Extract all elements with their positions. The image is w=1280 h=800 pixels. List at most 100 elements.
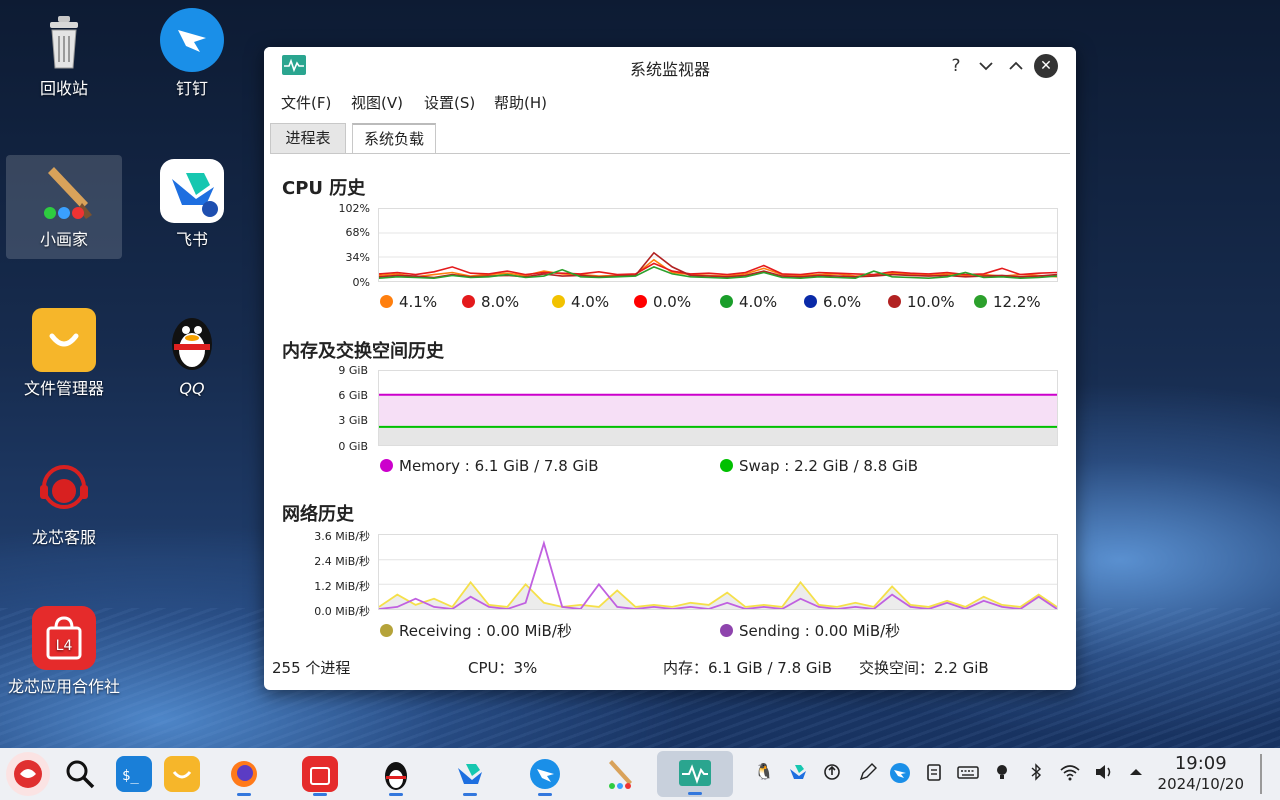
status-cpu: CPU：3% — [468, 659, 538, 677]
cpu-legend-item: 6.0% — [804, 293, 861, 311]
legend-label: 12.2% — [993, 293, 1041, 311]
legend-dot — [720, 459, 733, 472]
network-history-svg — [378, 540, 1058, 610]
maximize-button[interactable] — [1004, 54, 1028, 78]
legend-label: 4.1% — [399, 293, 438, 311]
app-store-button[interactable] — [302, 756, 338, 796]
show-desktop-divider[interactable] — [1260, 754, 1262, 794]
volume-icon[interactable] — [1092, 762, 1116, 786]
desktop-icon-label: 小画家 — [39, 230, 88, 249]
clock[interactable]: 19:09 2024/10/20 — [1158, 754, 1244, 794]
file-manager-button[interactable] — [164, 756, 200, 792]
dingtalk-button[interactable] — [527, 756, 563, 796]
legend-dot — [720, 295, 733, 308]
legend-label: 10.0% — [907, 293, 955, 311]
app-store-icon — [310, 767, 330, 785]
legend-dot — [380, 295, 393, 308]
desktop-icon-recycle-bin[interactable]: 回收站 — [6, 8, 122, 104]
menu-settings[interactable]: 设置(S) — [424, 92, 475, 113]
bluetooth-svg — [1031, 763, 1042, 781]
firefox-icon — [231, 761, 257, 787]
network-ytick: 2.4 MiB/秒 — [314, 555, 370, 568]
keyboard-icon[interactable] — [956, 762, 980, 786]
desktop-icon-dingtalk[interactable]: 钉钉 — [134, 8, 250, 104]
legend-dot — [552, 295, 565, 308]
cpu-legend-item: 4.1% — [380, 293, 437, 311]
title-bar[interactable]: 系统监视器 ? ✕ — [264, 47, 1076, 85]
cpu-ytick: 68% — [345, 226, 370, 239]
qq-tray-icon[interactable]: 🐧 — [752, 762, 776, 781]
legend-label: 6.0% — [823, 293, 862, 311]
swap-legend-item: Swap : 2.2 GiB / 8.8 GiB — [720, 457, 918, 475]
taskbar: $_ 🐧 19:09 2024/10/20 — [0, 748, 1280, 800]
network-history-chart — [378, 534, 1058, 610]
pen-icon[interactable] — [856, 762, 880, 786]
cpu-legend-item: 4.0% — [720, 293, 777, 311]
cpu-legend-item: 12.2% — [974, 293, 1041, 311]
network-history-title: 网络历史 — [282, 504, 354, 525]
memory-ytick: 6 GiB — [338, 389, 368, 402]
bluetooth-icon[interactable] — [1024, 762, 1048, 786]
desktop-icon-paint[interactable]: 小画家 — [6, 155, 122, 259]
keyboard-svg — [957, 766, 979, 779]
paint-button[interactable] — [602, 756, 638, 792]
tray-expand-icon[interactable] — [1124, 762, 1148, 786]
search-button[interactable] — [62, 756, 98, 792]
menu-help[interactable]: 帮助(H) — [494, 92, 547, 113]
status-swap: 交换空间：2.2 GiB — [859, 659, 989, 677]
running-indicator — [313, 793, 327, 796]
clipboard-icon[interactable] — [922, 762, 946, 786]
cpu-history-chart — [378, 208, 1058, 282]
legend-label: Receiving : 0.00 MiB/秒 — [399, 622, 572, 640]
dingtalk-tray-svg — [890, 763, 910, 783]
close-button[interactable]: ✕ — [1034, 54, 1058, 78]
desktop-icon-loongson-store[interactable]: L4 龙芯应用合作社 — [6, 606, 122, 728]
memory-history-title: 内存及交换空间历史 — [282, 341, 444, 362]
svg-text:L4: L4 — [56, 638, 73, 654]
desktop-icon-label: QQ — [179, 379, 205, 398]
memory-history-svg — [379, 393, 1057, 445]
clock-date: 2024/10/20 — [1157, 775, 1244, 793]
menu-file[interactable]: 文件(F) — [281, 92, 331, 113]
cpu-ytick: 0% — [352, 276, 370, 289]
legend-label: 4.0% — [571, 293, 610, 311]
desktop-icon-file-manager[interactable]: 文件管理器 — [6, 308, 122, 404]
desktop-icon-qq[interactable]: QQ — [134, 308, 250, 404]
terminal-button[interactable]: $_ — [116, 756, 152, 792]
notification-icon[interactable] — [990, 762, 1014, 786]
desktop-icon-feishu[interactable]: 飞书 — [134, 159, 250, 255]
feishu-icon — [458, 764, 482, 784]
wifi-svg — [1060, 765, 1080, 781]
menu-bar: 文件(F) 视图(V) 设置(S) 帮助(H) — [264, 85, 1076, 119]
desktop-icon-loongson-support[interactable]: 龙芯客服 — [6, 457, 122, 553]
menu-view[interactable]: 视图(V) — [351, 92, 403, 113]
network-ytick: 3.6 MiB/秒 — [314, 530, 370, 543]
legend-dot — [380, 624, 393, 637]
tab-process-table[interactable]: 进程表 — [270, 123, 346, 153]
system-monitor-icon — [679, 760, 711, 786]
help-button[interactable]: ? — [944, 54, 968, 78]
memory-legend-item: Memory : 6.1 GiB / 7.8 GiB — [380, 457, 599, 475]
update-svg — [824, 764, 840, 780]
sending-legend-item: Sending : 0.00 MiB/秒 — [720, 620, 900, 641]
dingtalk-tray-icon[interactable] — [888, 762, 912, 788]
launcher-button[interactable] — [6, 752, 50, 796]
legend-label: 8.0% — [481, 293, 520, 311]
memory-history-chart — [378, 370, 1058, 446]
launcher-icon — [14, 760, 42, 788]
qq-button[interactable] — [378, 756, 414, 796]
clipboard-svg — [927, 764, 941, 781]
network-ytick: 0.0 MiB/秒 — [314, 605, 370, 618]
feishu-button[interactable] — [452, 756, 488, 796]
tab-system-load[interactable]: 系统负载 — [352, 123, 436, 153]
update-icon[interactable] — [820, 762, 844, 786]
headset-icon — [32, 457, 96, 521]
system-monitor-window[interactable]: 系统监视器 ? ✕ 文件(F) 视图(V) 设置(S) 帮助(H) 进程表 系统… — [264, 47, 1076, 690]
running-indicator — [538, 793, 552, 796]
system-monitor-button[interactable] — [657, 751, 733, 797]
wifi-icon[interactable] — [1058, 762, 1082, 786]
legend-dot — [634, 295, 647, 308]
feishu-tray-icon[interactable] — [786, 762, 810, 786]
firefox-button[interactable] — [226, 756, 262, 796]
minimize-button[interactable] — [974, 54, 998, 78]
